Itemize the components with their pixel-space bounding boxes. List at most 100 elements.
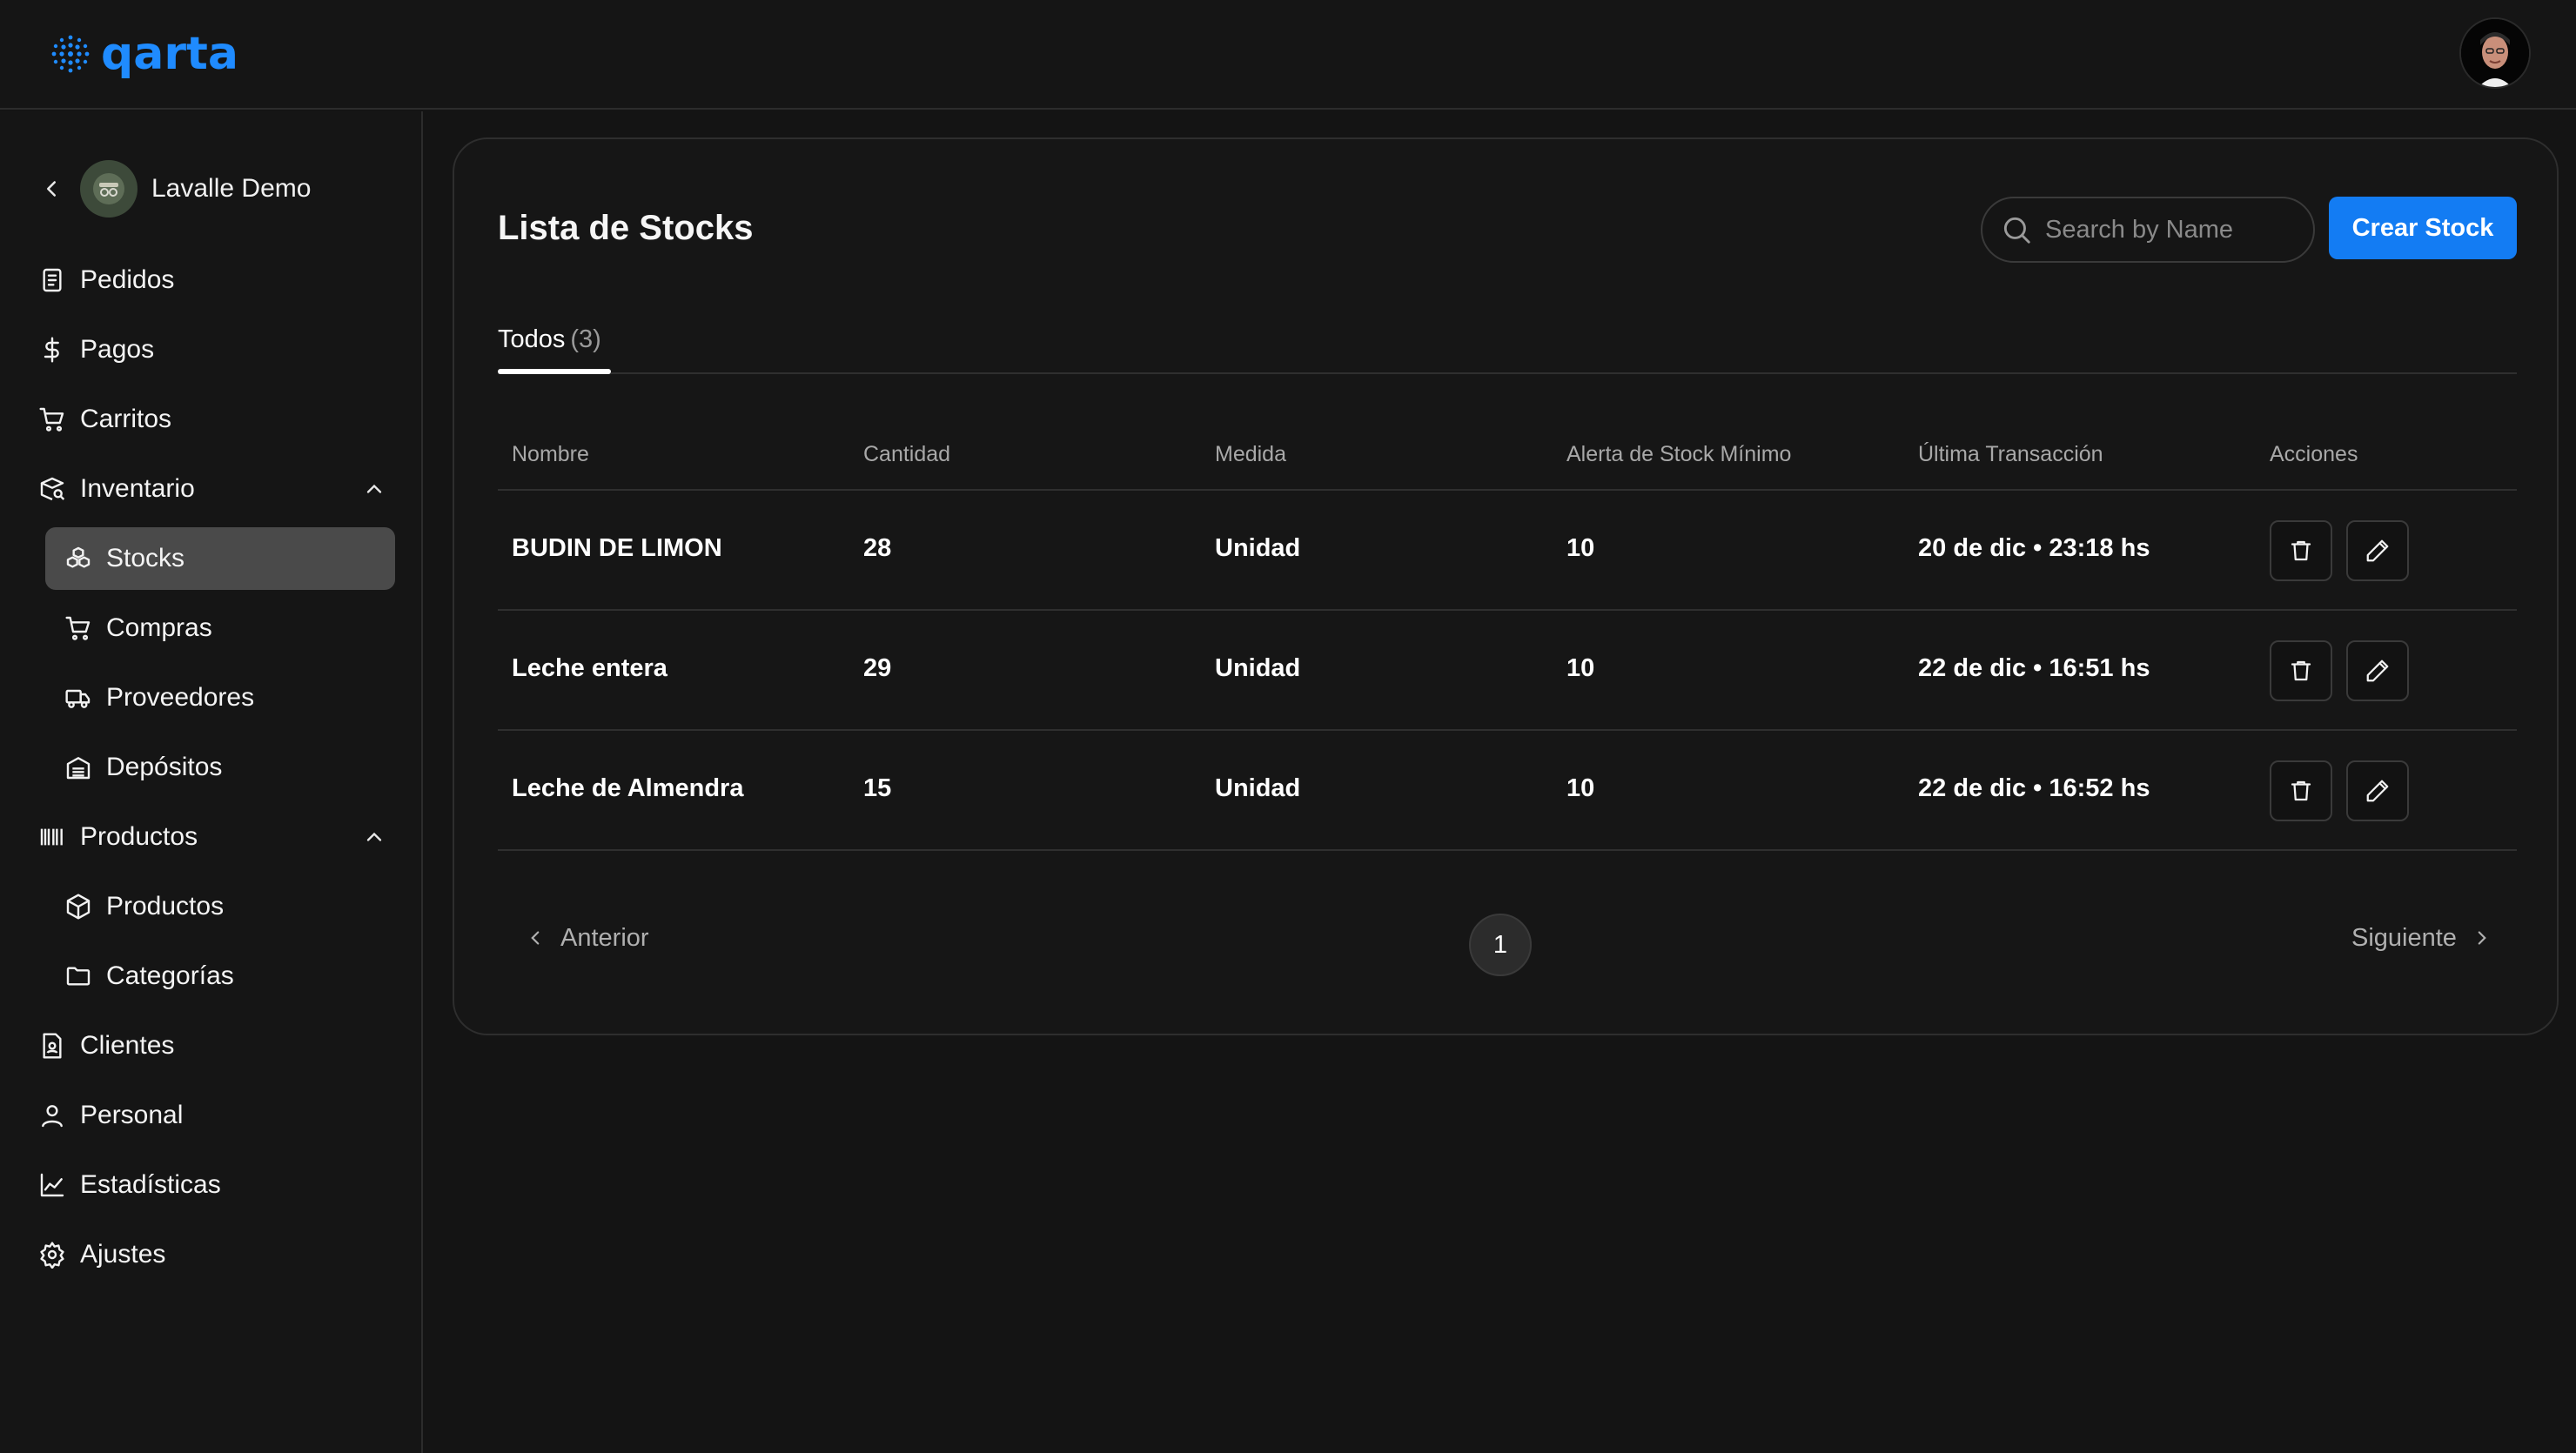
- column-header-cantidad[interactable]: Cantidad: [863, 442, 950, 467]
- edit-button[interactable]: [2346, 520, 2409, 581]
- pencil-icon: [2366, 660, 2389, 682]
- sidebar-item-label: Stocks: [106, 544, 185, 572]
- store-logo-icon: [93, 173, 124, 204]
- sidebar-item-pedidos[interactable]: Pedidos: [38, 249, 386, 311]
- pencil-icon: [2366, 539, 2389, 562]
- user-avatar[interactable]: [2459, 17, 2531, 89]
- cell-alerta: 10: [1566, 534, 1595, 562]
- chevron-up-icon[interactable]: [362, 477, 386, 501]
- sidebar-item-carritos[interactable]: Carritos: [38, 388, 386, 451]
- sidebar-item-stocks[interactable]: Stocks: [45, 527, 395, 590]
- delete-button[interactable]: [2270, 760, 2332, 821]
- table-row[interactable]: BUDIN DE LIMON 28 Unidad 10 20 de dic • …: [498, 491, 2517, 611]
- table-row[interactable]: Leche de Almendra 15 Unidad 10 22 de dic…: [498, 731, 2517, 851]
- sidebar-item-pagos[interactable]: Pagos: [38, 318, 386, 381]
- chevron-left-icon: [531, 931, 540, 945]
- sidebar-item-clientes[interactable]: Clientes: [38, 1014, 386, 1077]
- gear-icon: [40, 1242, 64, 1269]
- edit-button[interactable]: [2346, 760, 2409, 821]
- sidebar-item-label: Categorías: [106, 961, 234, 990]
- chevron-left-icon[interactable]: [38, 176, 64, 202]
- tab-count: (3): [570, 325, 601, 353]
- sidebar-item-label: Inventario: [80, 474, 195, 503]
- sidebar-item-label: Pedidos: [80, 265, 175, 294]
- warehouse-icon: [66, 757, 91, 780]
- column-header-alerta[interactable]: Alerta de Stock Mínimo: [1566, 442, 1791, 467]
- table-header: Nombre Cantidad Medida Alerta de Stock M…: [498, 418, 2517, 491]
- truck-icon: [65, 689, 91, 708]
- brand-logo[interactable]: qarta: [50, 26, 238, 82]
- sidebar-item-productos-group[interactable]: Productos: [38, 806, 386, 868]
- search-input[interactable]: [2045, 215, 2306, 244]
- column-header-ultima-transaccion[interactable]: Última Transacción: [1918, 442, 2103, 467]
- sidebar-item-compras[interactable]: Compras: [64, 597, 395, 660]
- cell-cantidad: 15: [863, 774, 892, 802]
- create-stock-button[interactable]: Crear Stock: [2329, 197, 2517, 259]
- delete-button[interactable]: [2270, 640, 2332, 701]
- chevron-right-icon: [2478, 931, 2486, 945]
- pencil-icon: [2366, 780, 2389, 802]
- dollar-icon: [44, 337, 59, 363]
- sidebar: Lavalle Demo Pedidos Pagos Carritos Inve…: [0, 111, 423, 1453]
- sidebar-item-label: Clientes: [80, 1031, 175, 1060]
- trash-icon: [2291, 540, 2311, 561]
- tab-todos[interactable]: Todos (3): [498, 325, 601, 374]
- trash-icon: [2291, 660, 2311, 681]
- sidebar-item-personal[interactable]: Personal: [38, 1084, 386, 1147]
- tabs-divider: [498, 372, 2517, 374]
- edit-button[interactable]: [2346, 640, 2409, 701]
- cell-alerta: 10: [1566, 774, 1595, 802]
- cell-medida: Unidad: [1215, 774, 1301, 802]
- sidebar-item-label: Compras: [106, 613, 212, 642]
- sidebar-item-estadisticas[interactable]: Estadísticas: [38, 1154, 386, 1216]
- page-title: Lista de Stocks: [498, 209, 754, 247]
- tab-label: Todos: [498, 325, 566, 353]
- pagination-page[interactable]: 1: [1469, 914, 1532, 976]
- store-avatar: [80, 160, 138, 218]
- column-header-nombre[interactable]: Nombre: [512, 442, 589, 467]
- chart-line-icon: [40, 1173, 64, 1197]
- receipt-icon: [43, 268, 62, 292]
- sidebar-item-label: Productos: [106, 892, 225, 921]
- search-field[interactable]: [1981, 197, 2315, 263]
- cell-ultima-transaccion: 22 de dic • 16:51 hs: [1918, 654, 2150, 682]
- search-icon: [2003, 217, 2030, 244]
- pagination-previous-label: Anterior: [560, 923, 649, 952]
- stocks-table: Nombre Cantidad Medida Alerta de Stock M…: [498, 418, 2517, 851]
- cell-medida: Unidad: [1215, 654, 1301, 682]
- sidebar-item-label: Ajustes: [80, 1240, 166, 1269]
- sidebar-item-productos[interactable]: Productos: [64, 875, 395, 938]
- cell-nombre: Leche entera: [512, 654, 667, 682]
- folder-icon: [66, 967, 91, 986]
- sidebar-item-depositos[interactable]: Depósitos: [64, 736, 395, 799]
- inventory-icon: [40, 477, 65, 501]
- cell-nombre: BUDIN DE LIMON: [512, 534, 722, 562]
- cell-alerta: 10: [1566, 654, 1595, 682]
- sidebar-item-categorias[interactable]: Categorías: [64, 945, 395, 1008]
- sidebar-item-inventario[interactable]: Inventario: [38, 458, 386, 520]
- contact-icon: [43, 1033, 62, 1059]
- avatar-portrait-icon: [2461, 19, 2529, 87]
- stocks-card: Lista de Stocks Crear Stock Todos(3) Nom…: [453, 137, 2559, 1035]
- sidebar-item-proveedores[interactable]: Proveedores: [64, 666, 395, 729]
- user-icon: [42, 1105, 63, 1128]
- delete-button[interactable]: [2270, 520, 2332, 581]
- pagination-next[interactable]: Siguiente: [2351, 914, 2493, 962]
- table-row[interactable]: Leche entera 29 Unidad 10 22 de dic • 16…: [498, 611, 2517, 731]
- pagination-next-label: Siguiente: [2351, 923, 2457, 952]
- sidebar-item-label: Carritos: [80, 405, 172, 433]
- sidebar-item-label: Depósitos: [106, 753, 223, 781]
- column-header-medida[interactable]: Medida: [1215, 442, 1286, 467]
- brand-name: qarta: [101, 28, 238, 80]
- package-icon: [66, 894, 91, 920]
- chevron-up-icon[interactable]: [362, 825, 386, 849]
- pagination-previous[interactable]: Anterior: [524, 914, 649, 962]
- sidebar-item-label: Personal: [80, 1101, 184, 1129]
- cart-icon: [39, 407, 64, 432]
- boxes-icon: [66, 546, 91, 568]
- cell-medida: Unidad: [1215, 534, 1301, 562]
- store-name: Lavalle Demo: [151, 174, 312, 203]
- sidebar-item-ajustes[interactable]: Ajustes: [38, 1223, 386, 1286]
- sidebar-item-label: Estadísticas: [80, 1170, 221, 1199]
- store-selector[interactable]: Lavalle Demo: [38, 158, 311, 219]
